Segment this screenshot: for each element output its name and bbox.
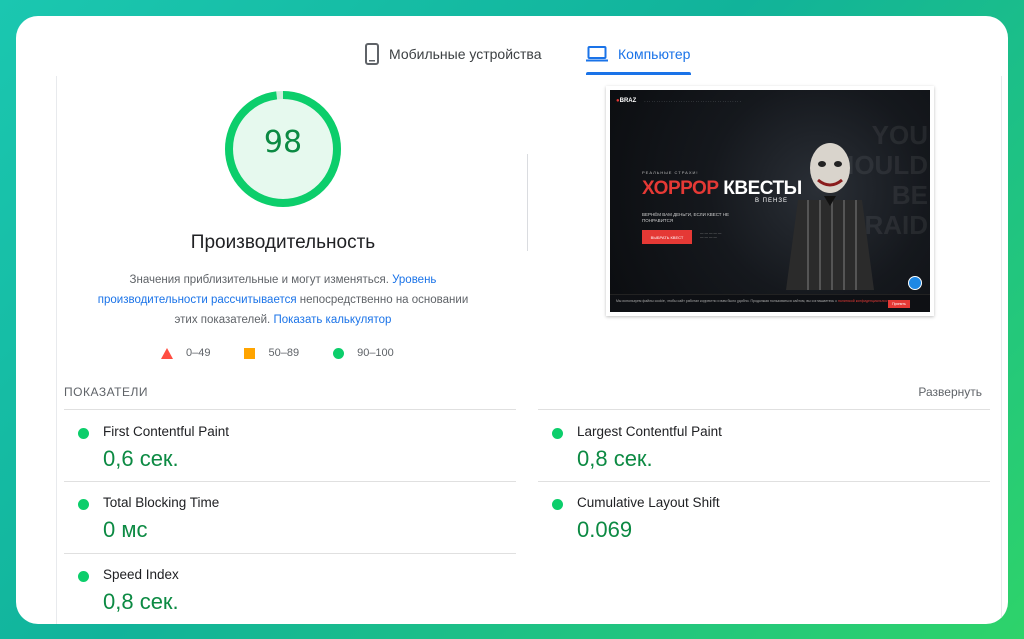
screenshot-headline: ХОРРОР КВЕСТЫ: [642, 178, 802, 199]
smartphone-icon: [365, 43, 379, 65]
metrics-divider: [64, 481, 516, 482]
tab-desktop-label: Компьютер: [618, 46, 691, 62]
performance-title: Производительность: [190, 232, 376, 253]
metric-value: 0 мс: [103, 517, 148, 542]
clown-figure-image: [786, 143, 874, 290]
metric-name: Largest Contentful Paint: [577, 424, 722, 439]
expand-metrics-button[interactable]: Развернуть: [918, 385, 982, 399]
metric-value: 0,8 сек.: [103, 589, 179, 614]
metrics-divider: [538, 409, 990, 410]
legend-good: 90–100: [333, 347, 394, 359]
screenshot-subtext: ВЕРНЁМ ВАМ ДЕНЬГИ, ЕСЛИ КВЕСТ НЕ ПОНРАВИ…: [642, 212, 730, 223]
description-text-1: Значения приблизительные и могут изменят…: [129, 274, 389, 286]
left-border: [56, 76, 57, 624]
metric-name: Cumulative Layout Shift: [577, 495, 720, 510]
good-status-icon: [78, 428, 89, 439]
metric-name: First Contentful Paint: [103, 424, 230, 439]
legend-good-label: 90–100: [357, 347, 394, 359]
metrics-divider: [64, 409, 516, 410]
good-status-icon: [78, 499, 89, 510]
metric-name: Total Blocking Time: [103, 495, 220, 510]
screenshot-image: YOU SHOULD BE AFRAID ●BRAZ · · · · · · · · …: [610, 90, 930, 312]
chat-bubble-icon: [908, 276, 922, 290]
screenshot-headline-sub: В ПЕНЗЕ: [755, 198, 788, 204]
metric-value: 0,8 сек.: [577, 446, 653, 471]
screenshot-cookie-button: Принять: [888, 300, 910, 308]
tab-desktop[interactable]: Компьютер: [586, 36, 690, 72]
score-legend: 0–49 50–89 90–100: [161, 347, 428, 359]
screenshot-side-text: — — — — — — — — —: [700, 231, 722, 239]
legend-average-label: 50–89: [268, 347, 300, 359]
screenshot-cookie-bar: Мы используем файлы cookie, чтобы сайт р…: [610, 294, 930, 312]
device-tabs: Мобильные устройства Компьютер: [16, 16, 1008, 88]
score-description: Значения приблизительные и могут изменят…: [88, 270, 478, 330]
legend-average: 50–89: [244, 347, 299, 359]
report-card: Мобильные устройства Компьютер 98 Произв…: [16, 16, 1008, 624]
triangle-icon: [161, 347, 173, 359]
show-calculator-link[interactable]: Показать калькулятор: [273, 314, 391, 326]
screenshot-button: ВЫБРАТЬ КВЕСТ: [642, 230, 692, 244]
square-icon: [244, 347, 256, 359]
tab-mobile-label: Мобильные устройства: [389, 46, 542, 62]
page-screenshot: YOU SHOULD BE AFRAID ●BRAZ · · · · · · · · …: [606, 86, 934, 316]
screenshot-logo: ●BRAZ: [616, 98, 637, 104]
score-value: 98: [263, 125, 303, 160]
metrics-header: ПОКАЗАТЕЛИ Развернуть: [64, 385, 982, 405]
metrics-title: ПОКАЗАТЕЛИ: [64, 385, 148, 399]
metrics-divider: [64, 553, 516, 554]
metric-value: 0,6 сек.: [103, 446, 179, 471]
active-tab-indicator: [586, 72, 691, 75]
metrics-divider: [538, 481, 990, 482]
metric-value: 0.069: [577, 517, 633, 542]
section-divider: [527, 154, 528, 251]
screenshot-tagline: РЕАЛЬНЫЕ СТРАХИ!: [642, 170, 699, 175]
screenshot-nav-text: · · · · · · · · · · · · · · · · · · · · …: [644, 98, 741, 104]
tab-mobile[interactable]: Мобильные устройства: [365, 36, 542, 72]
good-status-icon: [552, 428, 563, 439]
good-status-icon: [78, 571, 89, 582]
legend-poor-label: 0–49: [186, 347, 211, 359]
circle-icon: [333, 347, 345, 359]
legend-poor: 0–49: [161, 347, 210, 359]
good-status-icon: [552, 499, 563, 510]
right-border: [1001, 76, 1002, 624]
screenshot-nav: ●BRAZ · · · · · · · · · · · · · · · · · …: [616, 96, 924, 106]
metric-name: Speed Index: [103, 567, 179, 582]
laptop-icon: [586, 46, 608, 62]
